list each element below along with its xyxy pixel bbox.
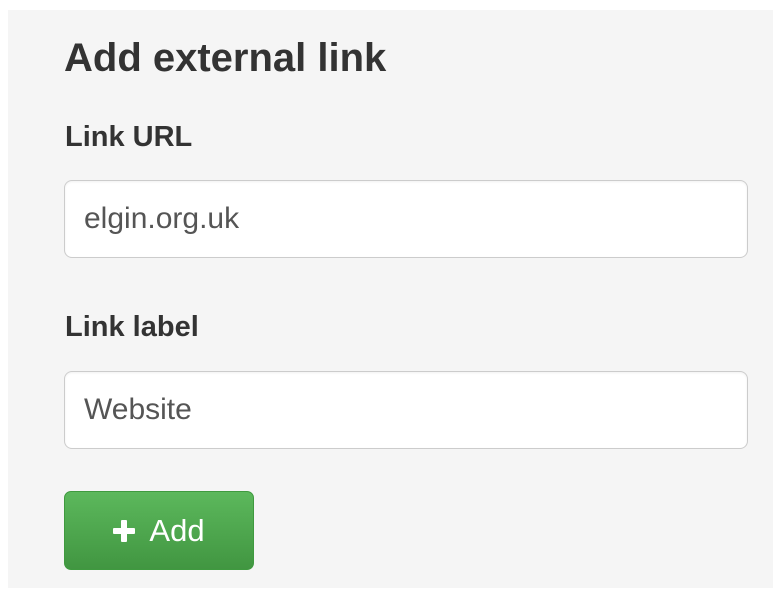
plus-icon (113, 519, 136, 542)
add-external-link-form: Add external link Link URL Link label Ad… (8, 10, 773, 588)
link-url-input[interactable] (64, 180, 748, 258)
link-label-input[interactable] (64, 371, 748, 449)
add-button-label: Add (149, 512, 205, 548)
link-url-label: Link URL (65, 121, 193, 153)
form-title: Add external link (64, 36, 387, 80)
add-button[interactable]: Add (64, 491, 254, 570)
link-label-label: Link label (65, 311, 199, 343)
